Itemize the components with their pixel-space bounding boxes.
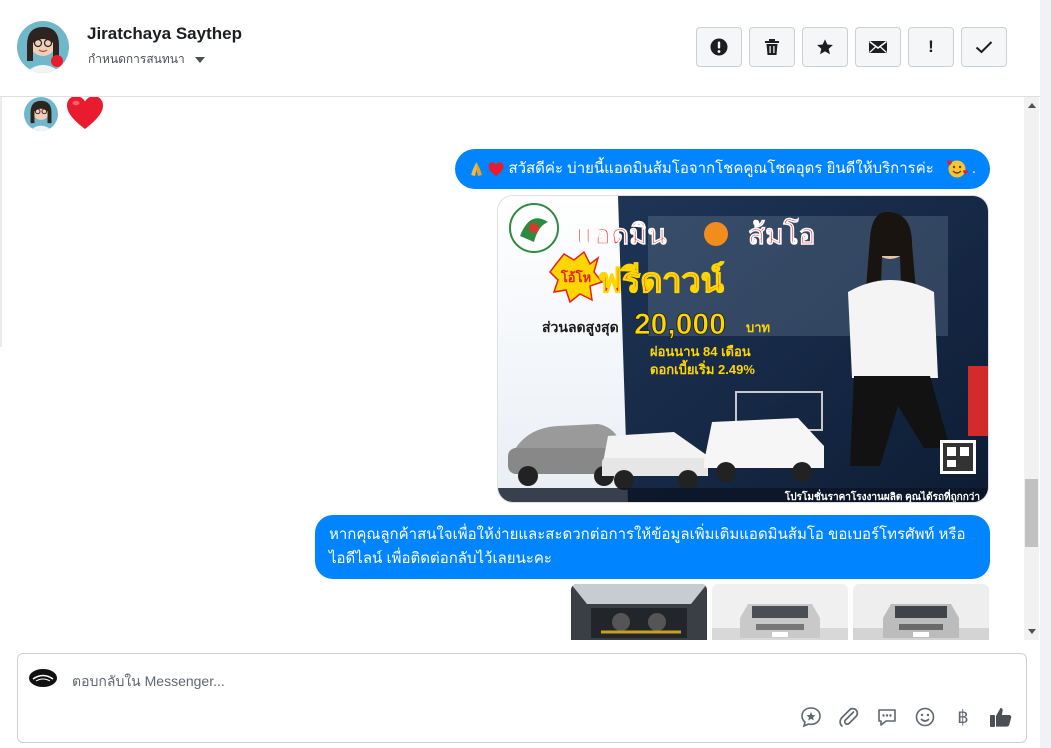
message-image-group: [571, 584, 989, 640]
promo-headline-name: ส้มโอ: [748, 217, 815, 250]
checkmark-icon: [975, 41, 993, 54]
right-panel-edge: [1040, 0, 1051, 748]
message-image-promo[interactable]: แอดมิน ส้มโอ โอ้โห ฟรีดาวน์ ส่วนลดสูงสุด…: [497, 195, 989, 503]
contact-avatar[interactable]: [17, 21, 69, 73]
svg-text:โอ้โห: โอ้โห: [560, 269, 591, 285]
smiley-icon: [915, 707, 935, 727]
star-button[interactable]: [802, 27, 848, 67]
like-button[interactable]: [988, 704, 1014, 730]
paperclip-icon: [839, 707, 859, 727]
promo-interest: ดอกเบี้ยเริ่ม 2.49%: [650, 359, 755, 377]
emoji-button[interactable]: [912, 704, 938, 730]
promo-installment: ผ่อนนาน 84 เดือน: [650, 344, 751, 359]
customer-avatar: [24, 97, 58, 131]
conversation-toolbar: !: [696, 27, 1007, 67]
thread-scrollbar[interactable]: [1024, 97, 1039, 640]
message-suffix: .: [971, 160, 976, 177]
reply-input[interactable]: [70, 666, 974, 696]
praying-hands-icon: [471, 162, 483, 176]
promo-discount-amount: 20,000: [634, 308, 726, 341]
message-text: สวัสดีค่ะ บ่ายนี้แอดมินส้มโอจากโชคคูณโชค…: [508, 160, 934, 177]
mark-spam-button[interactable]: [696, 27, 742, 67]
trash-icon: [765, 39, 779, 55]
attach-button[interactable]: [836, 704, 862, 730]
mark-unread-button[interactable]: [855, 27, 901, 67]
scroll-down-arrow-icon[interactable]: [1028, 629, 1036, 634]
promo-discount-label: ส่วนลดสูงสุด: [542, 319, 619, 336]
saved-reply-button[interactable]: [798, 704, 824, 730]
promo-footer: โปรโมชั่นราคาโรงงานผลิต คุณได้รถที่ถูกกว…: [784, 489, 980, 503]
chat-bubble-button[interactable]: [874, 704, 900, 730]
saved-reply-icon: [801, 707, 821, 728]
payment-button[interactable]: ฿: [950, 704, 976, 730]
message-thread[interactable]: สวัสดีค่ะ บ่ายนี้แอดมินส้มโอจากโชคคูณโชค…: [0, 97, 1024, 640]
mark-important-button[interactable]: !: [908, 27, 954, 67]
alert-circle-icon: [710, 38, 728, 56]
thumbs-up-icon: [990, 708, 1012, 727]
baht-icon: ฿: [957, 706, 969, 728]
message-bubble-request-contact[interactable]: หากคุณลูกค้าสนใจเพื่อให้ง่ายและสะดวกต่อก…: [315, 515, 990, 579]
promo-headline: แอดมิน: [576, 219, 667, 250]
message-image-truck-front[interactable]: [712, 584, 848, 640]
promo-offer: ฟรีดาวน์: [598, 261, 724, 300]
message-text: หากคุณลูกค้าสนใจเพื่อให้ง่ายและสะดวกต่อก…: [329, 526, 966, 567]
reply-composer: ฿: [17, 653, 1027, 743]
message-image-truck-side[interactable]: [853, 584, 989, 640]
envelope-icon: [869, 40, 887, 53]
message-bubble-greeting[interactable]: สวัสดีค่ะ บ่ายนี้แอดมินส้มโอจากโชคคูณโชค…: [455, 149, 990, 189]
scroll-up-arrow-icon[interactable]: [1028, 103, 1036, 108]
conversation-header: Jiratchaya Saythep กำหนดการสนทนา !: [0, 0, 1040, 97]
contact-name: Jiratchaya Saythep: [87, 24, 242, 43]
chat-bubble-icon: [878, 709, 896, 726]
exclamation-icon: !: [928, 37, 934, 56]
message-image-engine[interactable]: [571, 584, 707, 640]
star-icon: [817, 39, 833, 55]
heart-icon: [67, 97, 103, 129]
page-logo-icon: [29, 669, 57, 687]
heart-icon: [488, 161, 504, 176]
scrollbar-thumb[interactable]: [1025, 479, 1038, 547]
delete-button[interactable]: [749, 27, 795, 67]
composer-actions: ฿: [798, 704, 1014, 730]
assign-conversation-dropdown[interactable]: กำหนดการสนทนา: [88, 50, 205, 69]
smiling-face-hearts-icon: [946, 160, 968, 178]
caret-down-icon: [194, 57, 205, 63]
mark-done-button[interactable]: [961, 27, 1007, 67]
promo-discount-unit: บาท: [746, 320, 770, 335]
assign-label: กำหนดการสนทนา: [88, 52, 185, 66]
